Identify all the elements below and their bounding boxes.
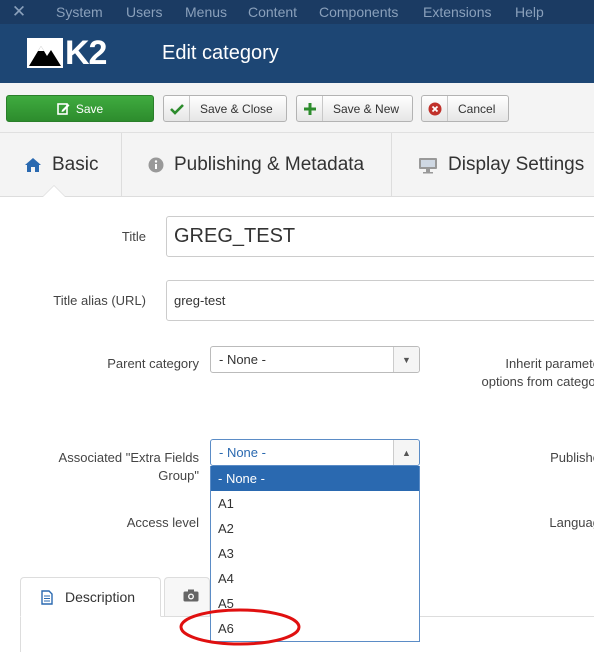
joomla-icon[interactable]: ✕ <box>10 3 28 21</box>
save-new-button[interactable]: Save & New <box>296 95 413 122</box>
tab-basic-label: Basic <box>52 154 99 175</box>
page-title: Edit category <box>162 42 279 64</box>
tab-publishing-label: Publishing & Metadata <box>174 154 365 175</box>
published-label: Publishe <box>550 450 594 465</box>
parent-category-value: - None - <box>219 352 266 367</box>
save-new-label: Save & New <box>333 101 400 116</box>
tab-display-label: Display Settings <box>448 154 585 175</box>
plus-icon <box>297 96 323 121</box>
inherit-label-line2: options from categor <box>481 374 594 389</box>
camera-icon <box>183 589 199 605</box>
top-menu-bar: ✕ System Users Menus Content Components … <box>0 0 594 24</box>
toolbar: Save Save & Close Save & New Cancel <box>0 83 594 133</box>
edit-icon <box>57 96 70 121</box>
caret-down-icon: ▼ <box>393 347 419 372</box>
menu-menus[interactable]: Menus <box>185 3 227 21</box>
panel-left-border <box>20 617 21 652</box>
dropdown-option-a2[interactable]: A2 <box>211 516 419 541</box>
extra-fields-group-label: Associated "Extra Fields Group" <box>30 449 199 485</box>
main-tabs: Basic Publishing & Metadata Display Sett… <box>0 133 594 197</box>
save-close-button[interactable]: Save & Close <box>163 95 287 122</box>
inherit-label-line1: Inherit paramete <box>505 356 594 371</box>
dropdown-option-a4[interactable]: A4 <box>211 566 419 591</box>
mountain-icon <box>27 38 63 68</box>
dropdown-option-none[interactable]: - None - <box>211 466 419 491</box>
cancel-button[interactable]: Cancel <box>421 95 509 122</box>
red-highlight-ellipse <box>179 608 301 646</box>
title-label: Title <box>121 229 146 244</box>
k2-logo: K2 <box>27 33 107 73</box>
home-icon <box>24 157 42 173</box>
menu-help[interactable]: Help <box>515 3 544 21</box>
save-close-label: Save & Close <box>200 101 273 116</box>
alias-input[interactable]: greg-test <box>166 280 594 321</box>
parent-category-select[interactable]: - None - ▼ <box>210 346 420 373</box>
save-button[interactable]: Save <box>6 95 154 122</box>
document-icon <box>41 589 53 605</box>
language-label: Languag <box>549 515 594 530</box>
dropdown-option-a3[interactable]: A3 <box>211 541 419 566</box>
tab-publishing-metadata[interactable]: Publishing & Metadata <box>122 133 392 197</box>
info-icon <box>148 157 164 173</box>
inherit-label: Inherit paramete options from categor <box>440 355 594 391</box>
menu-extensions[interactable]: Extensions <box>423 3 491 21</box>
menu-components[interactable]: Components <box>319 3 398 21</box>
tab-description[interactable]: Description <box>20 577 161 617</box>
tab-display-settings[interactable]: Display Settings <box>392 133 594 197</box>
extra-fields-label-line1: Associated "Extra Fields <box>58 450 199 465</box>
parent-category-label: Parent category <box>107 356 199 371</box>
title-input[interactable]: GREG_TEST <box>166 216 594 257</box>
extra-fields-group-select[interactable]: - None - ▲ <box>210 439 420 466</box>
extra-fields-group-value: - None - <box>219 445 266 460</box>
menu-content[interactable]: Content <box>248 3 297 21</box>
dropdown-option-a1[interactable]: A1 <box>211 491 419 516</box>
access-level-label: Access level <box>126 515 199 530</box>
cancel-label: Cancel <box>458 101 496 116</box>
k2-logo-text: K2 <box>65 34 107 72</box>
save-label: Save <box>75 101 104 116</box>
menu-users[interactable]: Users <box>126 3 163 21</box>
menu-system[interactable]: System <box>56 3 103 21</box>
active-tab-pointer <box>43 186 65 197</box>
monitor-icon <box>418 157 438 174</box>
tab-description-label: Description <box>65 589 136 605</box>
caret-up-icon: ▲ <box>393 440 419 465</box>
alias-label: Title alias (URL) <box>53 293 146 308</box>
extra-fields-label-line2: Group" <box>158 468 199 483</box>
title-bar: K2 Edit category <box>0 24 594 83</box>
checkmark-icon <box>164 96 190 121</box>
cancel-circle-icon <box>422 96 448 121</box>
